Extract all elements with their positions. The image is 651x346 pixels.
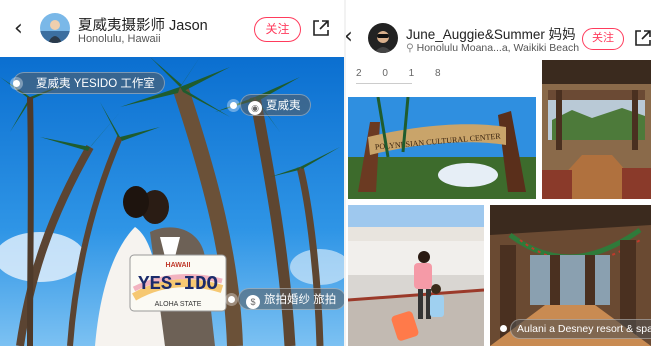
share-icon[interactable] <box>312 19 330 37</box>
tag-dot <box>500 325 507 332</box>
caption-tag[interactable]: Aulani a Desney resort & spa <box>510 319 651 339</box>
tag-studio-label: 夏威夷 YESIDO 工作室 <box>36 78 155 90</box>
tag-dot <box>230 102 237 109</box>
follow-button[interactable]: 关注 <box>254 17 301 42</box>
date-underline <box>356 83 412 84</box>
tag-place-label: 夏威夷 <box>266 100 301 112</box>
photo-tile-resort[interactable]: Aulani a Desney resort & spa <box>490 205 651 346</box>
photo-tile-lobby[interactable] <box>542 60 651 199</box>
plate-main-text: YES-IDO <box>138 273 218 295</box>
service-icon: $ <box>246 295 260 309</box>
photo-tile-airport[interactable] <box>348 205 484 346</box>
follow-button[interactable]: 关注 <box>582 28 624 50</box>
location-pin-icon: ⚲ <box>406 42 414 54</box>
avatar[interactable] <box>368 23 398 53</box>
date-label: 2 0 1 8 <box>356 68 450 79</box>
author-name[interactable]: June_Auggie&Summer 妈妈 <box>406 23 576 43</box>
chevron-left-icon[interactable]: ‹ <box>346 26 353 48</box>
plate-bottom-text: ALOHA STATE <box>155 301 202 308</box>
location-text: Honolulu Moana...a, Waikiki Beach <box>416 42 580 54</box>
tag-dot <box>228 296 235 303</box>
author-name[interactable]: 夏威夷摄影师 Jason <box>78 14 208 35</box>
caption-tag-label: Aulani a Desney resort & spa <box>517 323 651 335</box>
location-text[interactable]: Honolulu, Hawaii <box>78 33 161 45</box>
avatar[interactable] <box>40 13 70 43</box>
wedding-photo[interactable]: HAWAII YES-IDO ALOHA STATE 夏威夷 YESIDO 工作… <box>0 57 344 346</box>
plate-state-text: HAWAII <box>166 262 191 269</box>
right-post-panel: ‹ June_Auggie&Summer 妈妈 ⚲ Honolulu Moana… <box>346 0 651 346</box>
location-pin-icon: ◉ <box>248 101 262 115</box>
right-post-header: ‹ June_Auggie&Summer 妈妈 ⚲ Honolulu Moana… <box>346 0 651 57</box>
left-post-header: ‹ 夏威夷摄影师 Jason Honolulu, Hawaii 关注 <box>0 0 344 57</box>
share-icon[interactable] <box>634 29 651 47</box>
tag-dot <box>13 80 20 87</box>
tag-service-label: 旅拍婚纱 旅拍 <box>264 294 337 306</box>
photo-tile-cultural-center[interactable]: POLYNESIAN CULTURAL CENTER <box>348 97 536 199</box>
tag-studio[interactable]: 夏威夷 YESIDO 工作室 <box>13 72 165 94</box>
tag-place[interactable]: ◉ 夏威夷 <box>230 94 311 116</box>
chevron-left-icon[interactable]: ‹ <box>14 18 23 40</box>
left-post-panel: ‹ 夏威夷摄影师 Jason Honolulu, Hawaii 关注 HAWAI… <box>0 0 344 346</box>
tag-service[interactable]: $ 旅拍婚纱 旅拍 <box>228 288 344 310</box>
location-row[interactable]: ⚲ Honolulu Moana...a, Waikiki Beach <box>406 42 579 54</box>
